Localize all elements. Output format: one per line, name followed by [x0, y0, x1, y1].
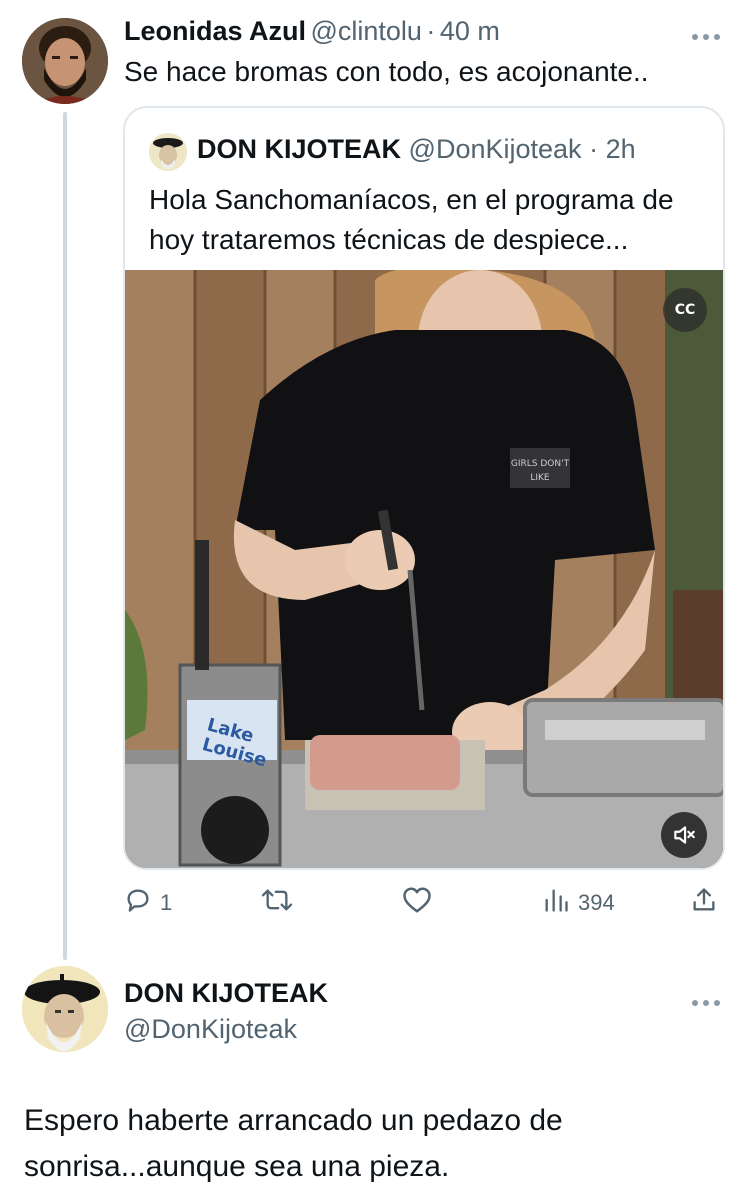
- retweet-button[interactable]: [260, 886, 302, 920]
- display-name[interactable]: Leonidas Azul: [124, 16, 306, 46]
- handle[interactable]: @DonKijoteak: [409, 134, 582, 164]
- avatar[interactable]: [22, 966, 108, 1052]
- tweet-text: Se hace bromas con todo, es acojonante..: [124, 56, 649, 87]
- like-button[interactable]: [402, 886, 440, 920]
- heart-icon: [402, 886, 432, 920]
- video-player[interactable]: GIRLS DON'T LIKE Lake Louise CC: [125, 270, 723, 868]
- handle[interactable]: @DonKijoteak: [124, 1014, 297, 1045]
- display-name[interactable]: DON KIJOTEAK: [124, 978, 328, 1009]
- svg-text:GIRLS DON'T: GIRLS DON'T: [511, 459, 570, 469]
- separator: ·: [589, 134, 599, 164]
- reply-button[interactable]: 1: [124, 886, 172, 920]
- reply-count: 1: [160, 890, 173, 915]
- svg-text:LIKE: LIKE: [530, 473, 550, 483]
- share-icon: [690, 886, 718, 920]
- avatar[interactable]: [22, 18, 108, 104]
- reply-icon: [124, 886, 152, 920]
- quote-header: DON KIJOTEAK @DonKijoteak · 2h: [197, 134, 636, 165]
- views-count: 394: [578, 890, 615, 915]
- share-button[interactable]: [690, 886, 718, 920]
- thread-line: [63, 112, 67, 960]
- more-icon[interactable]: [690, 984, 722, 1014]
- avatar: [149, 133, 187, 171]
- handle[interactable]: @clintolu: [310, 16, 421, 46]
- tweet-header: Leonidas Azul @clintolu · 40 m: [124, 16, 500, 47]
- video-frame: GIRLS DON'T LIKE Lake Louise: [125, 270, 723, 868]
- quote-text: Hola Sanchomaníacos, en el programa de h…: [149, 184, 674, 255]
- display-name[interactable]: DON KIJOTEAK: [197, 134, 401, 164]
- views-icon: [542, 886, 570, 920]
- retweet-icon: [260, 886, 294, 920]
- mute-icon[interactable]: [661, 812, 707, 858]
- more-icon[interactable]: [690, 18, 722, 48]
- quoted-tweet[interactable]: DON KIJOTEAK @DonKijoteak · 2h Hola Sanc…: [123, 106, 725, 870]
- views-button[interactable]: 394: [542, 886, 615, 920]
- timestamp[interactable]: 40 m: [440, 16, 500, 46]
- tweet-text: Espero haberte arrancado un pedazo de so…: [24, 1104, 563, 1183]
- separator: ·: [426, 16, 436, 46]
- timestamp[interactable]: 2h: [606, 134, 636, 164]
- captions-icon[interactable]: CC: [663, 288, 707, 332]
